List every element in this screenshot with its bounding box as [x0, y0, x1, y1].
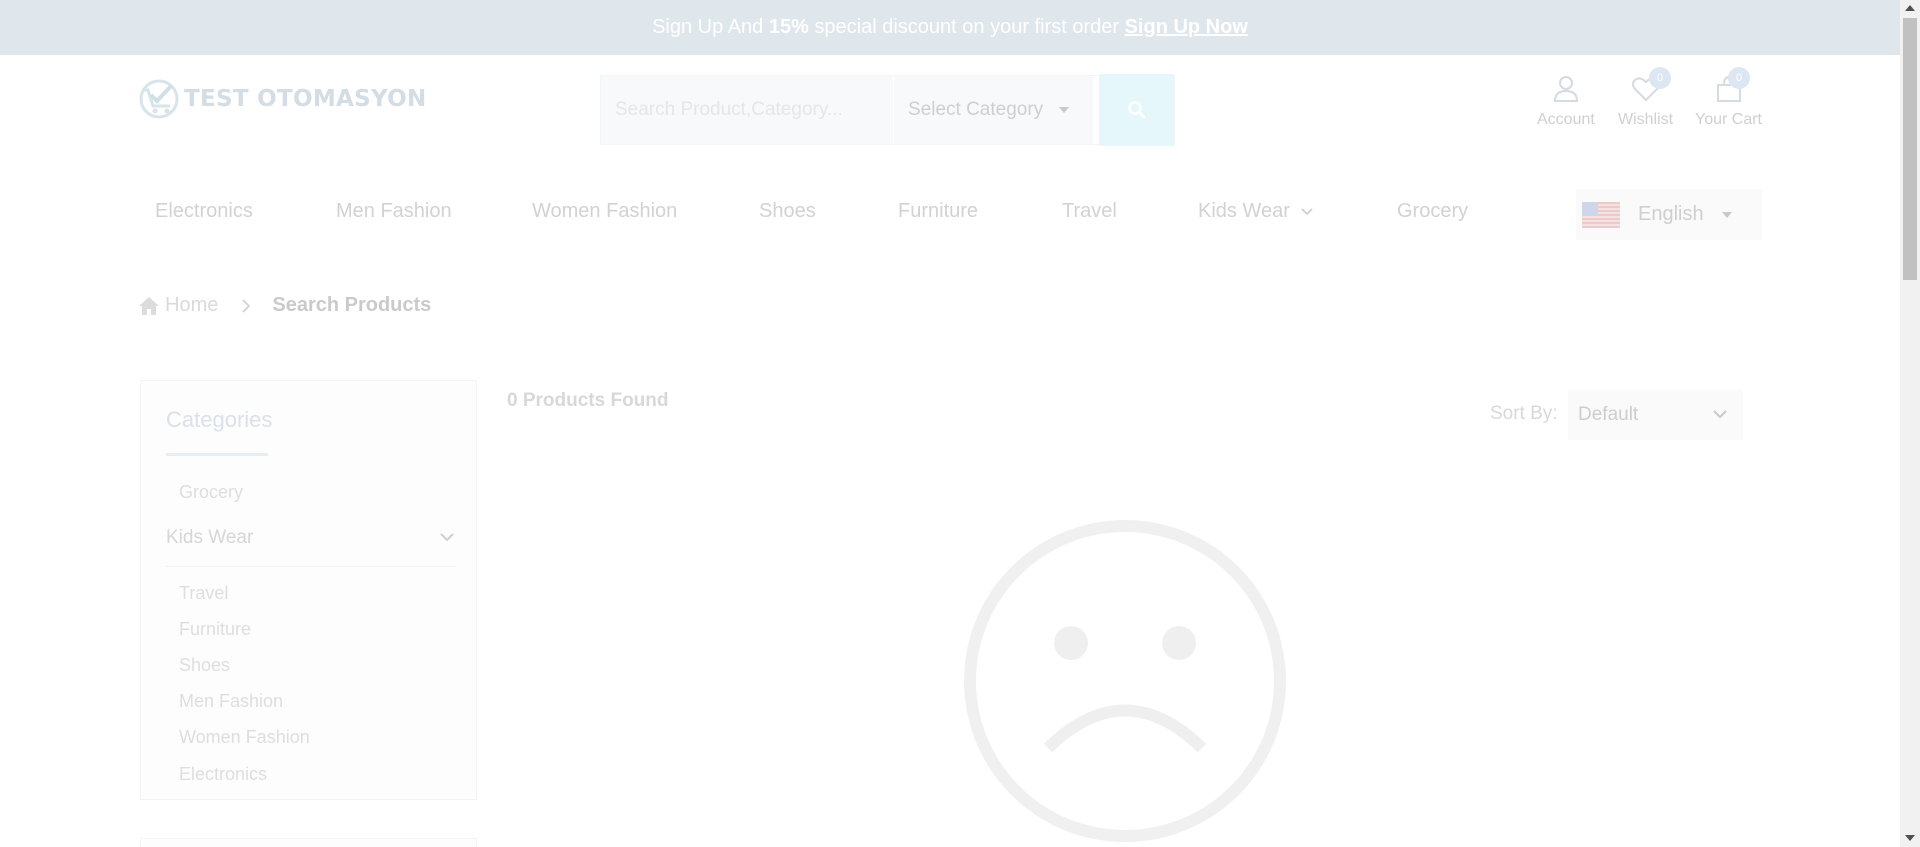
caret-down-icon [1059, 107, 1069, 113]
category-group-label: Kids Wear [166, 527, 254, 548]
search-input[interactable] [601, 76, 893, 144]
signup-now-link[interactable]: Sign Up Now [1125, 16, 1248, 39]
breadcrumb-home-label: Home [165, 294, 219, 316]
banner-text-prefix: Sign Up And [652, 16, 769, 38]
search-icon [1127, 101, 1145, 119]
logo-text: TEST OTOMASYON [184, 86, 427, 112]
sort-label: Sort By: [1490, 403, 1558, 424]
cart-count-badge: 0 [1728, 67, 1750, 89]
breadcrumb-home-link[interactable]: Home [138, 294, 218, 317]
chevron-down-icon [1713, 410, 1727, 419]
sort-select-value: Default [1578, 404, 1639, 425]
wishlist-count-badge: 0 [1649, 67, 1671, 89]
language-select[interactable]: English [1576, 189, 1762, 240]
wishlist-label: Wishlist [1618, 111, 1674, 128]
nav-item-furniture[interactable]: Furniture [898, 200, 978, 223]
category-item-shoes[interactable]: Shoes [179, 655, 230, 676]
language-label: English [1638, 203, 1704, 225]
category-item-women-fashion[interactable]: Women Fashion [179, 727, 310, 748]
title-underline [166, 453, 268, 456]
category-select-label: Select Category [908, 99, 1044, 120]
scroll-thumb[interactable] [1903, 18, 1917, 280]
filter-panel [140, 838, 477, 847]
category-item-electronics[interactable]: Electronics [179, 764, 267, 785]
categories-panel: Categories Grocery Kids Wear Travel Furn… [140, 380, 477, 800]
nav-item-kids-wear-label: Kids Wear [1198, 200, 1290, 222]
nav-item-electronics[interactable]: Electronics [155, 200, 253, 223]
home-icon [139, 296, 159, 315]
signup-banner: Sign Up And 15% special discount on your… [0, 0, 1900, 55]
categories-title: Categories [166, 407, 273, 432]
scroll-down-arrow-icon[interactable] [1905, 835, 1915, 841]
results-count: 0 Products Found [507, 390, 669, 411]
sort-select[interactable]: Default [1568, 390, 1743, 440]
caret-down-icon [1722, 212, 1732, 218]
cart-link[interactable]: Your Cart 0 [1695, 67, 1762, 129]
cart-check-logo-icon [139, 79, 179, 119]
nav-item-men-fashion[interactable]: Men Fashion [336, 200, 452, 223]
nav-item-travel[interactable]: Travel [1062, 200, 1117, 223]
account-link[interactable]: Account [1537, 74, 1595, 129]
chevron-down-icon [1301, 208, 1314, 215]
scroll-up-arrow-icon[interactable] [1905, 5, 1915, 11]
chevron-down-icon [440, 533, 454, 542]
page-scrollbar[interactable] [1900, 0, 1920, 847]
site-logo[interactable]: TEST OTOMASYON [138, 78, 427, 120]
cart-label: Your Cart [1695, 111, 1762, 128]
account-label: Account [1537, 111, 1595, 128]
banner-discount: 15% [768, 16, 809, 38]
category-item-travel[interactable]: Travel [179, 583, 228, 604]
wishlist-link[interactable]: Wishlist 0 [1618, 67, 1674, 129]
banner-text-middle: special discount on your first order [808, 16, 1125, 38]
category-item-furniture[interactable]: Furniture [179, 619, 251, 640]
nav-item-grocery[interactable]: Grocery [1397, 200, 1468, 223]
us-flag-icon [1582, 201, 1620, 228]
user-icon [1553, 76, 1578, 102]
nav-item-shoes[interactable]: Shoes [759, 200, 816, 223]
breadcrumb-current: Search Products [272, 294, 432, 316]
search-bar: Select Category [600, 74, 1175, 146]
category-item-men-fashion[interactable]: Men Fashion [179, 691, 283, 712]
category-group-kids-wear[interactable]: Kids Wear [166, 527, 456, 567]
category-select[interactable]: Select Category [893, 76, 1093, 144]
sad-face-icon [964, 520, 1286, 842]
search-button[interactable] [1099, 74, 1174, 146]
breadcrumb: Home Search Products [138, 294, 431, 317]
nav-item-kids-wear[interactable]: Kids Wear [1198, 200, 1314, 223]
nav-item-women-fashion[interactable]: Women Fashion [532, 200, 677, 223]
chevron-right-icon [242, 298, 251, 313]
category-item-grocery[interactable]: Grocery [179, 482, 243, 503]
